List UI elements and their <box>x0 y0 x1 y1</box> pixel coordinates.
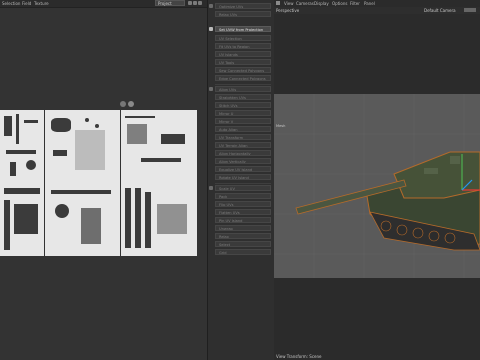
texture-ball-icon <box>128 101 134 107</box>
view-transform: View Transform: Scene <box>276 354 322 359</box>
cmd-mirror-u[interactable]: Mirror U <box>215 110 271 116</box>
uv-mode-select[interactable]: Project <box>155 0 185 6</box>
cmd-relax-uvs[interactable]: Relax UVs <box>215 11 271 17</box>
menu-field[interactable]: Field <box>22 1 31 6</box>
menu-view[interactable]: View <box>284 1 294 6</box>
cmd-align-vertically[interactable]: Align Vertically <box>215 158 271 164</box>
uv-toolbar <box>188 1 203 6</box>
cmd-uv-islands[interactable]: UV Islands <box>215 51 271 57</box>
texture-ball-icon <box>120 101 126 107</box>
scene-svg <box>274 94 480 278</box>
cmd-flip-uvs[interactable]: Flip UVs <box>215 201 271 207</box>
camera-name[interactable]: Default Camera <box>424 8 456 13</box>
cmd-flatten-uvs[interactable]: Flatten UVs <box>215 209 271 215</box>
tool-icon[interactable] <box>209 87 213 91</box>
viewport-panel: View Cameras Display Options Filter Pane… <box>274 0 480 360</box>
cmd-align-horizontally[interactable]: Align Horizontally <box>215 150 271 156</box>
viewport-menu-icon[interactable] <box>276 1 280 5</box>
cmd-grid[interactable]: Grid <box>215 249 271 255</box>
cmd-pack[interactable]: Pack <box>215 193 271 199</box>
viewport-scene[interactable]: Mesh <box>274 94 480 278</box>
uv-tile <box>0 110 44 184</box>
uv-tile <box>121 110 197 184</box>
nav-icons[interactable] <box>464 8 476 12</box>
cmd-sew-connected[interactable]: Sew Connected Polygons <box>215 67 271 73</box>
cmd-select[interactable]: Select <box>215 241 271 247</box>
projection-icon[interactable] <box>209 27 213 31</box>
cmd-uv-terrain-align[interactable]: UV Terrain Align <box>215 142 271 148</box>
menu-texture[interactable]: Texture <box>34 1 49 6</box>
zoom-icon[interactable] <box>198 1 202 5</box>
cmd-fit-uvs[interactable]: Fit UVs to Region <box>215 43 271 49</box>
uv-canvas[interactable] <box>0 101 197 256</box>
mesh-label: Mesh <box>276 124 286 128</box>
menu-options[interactable]: Options <box>332 1 347 6</box>
cmd-set-uvw-from-projection[interactable]: Set UVW from Projection <box>215 26 271 32</box>
menu-cameras[interactable]: Cameras <box>296 1 314 6</box>
menu-filter[interactable]: Filter <box>350 1 360 6</box>
cmd-equalize-island[interactable]: Equalize UV Island <box>215 166 271 172</box>
cmd-rotate-island[interactable]: Rotate UV Island <box>215 174 271 180</box>
uv-tile <box>45 184 120 256</box>
menu-display[interactable]: Display <box>314 1 329 6</box>
viewport-header: Perspective Default Camera <box>274 7 480 14</box>
viewport-menubar: View Cameras Display Options Filter Pane… <box>274 0 480 7</box>
tool-icon[interactable] <box>209 4 213 8</box>
cmd-edge-connected[interactable]: Edge Connected Polygons <box>215 75 271 81</box>
cmd-mirror-v[interactable]: Mirror V <box>215 118 271 124</box>
divider <box>215 183 271 184</box>
layout-icon[interactable] <box>188 1 192 5</box>
cmd-stitch-uvs[interactable]: Stitch UVs <box>215 102 271 108</box>
tool-icon[interactable] <box>209 186 213 190</box>
cmd-unwrap[interactable]: Unwrap <box>215 225 271 231</box>
cmd-uv-transform[interactable]: UV Transform <box>215 134 271 140</box>
cmd-relax[interactable]: Relax <box>215 233 271 239</box>
cmd-optimize-uvs[interactable]: Optimize UVs <box>215 3 271 9</box>
menu-panel[interactable]: Panel <box>364 1 375 6</box>
cmd-uv-tools[interactable]: UV Tools <box>215 59 271 65</box>
cmd-straighten-uvs[interactable]: Straighten UVs <box>215 94 271 100</box>
uv-tile <box>121 184 197 256</box>
cmd-auto-align[interactable]: Auto Align <box>215 126 271 132</box>
menu-selection[interactable]: Selection <box>2 1 20 6</box>
cmd-pin-island[interactable]: Pin UV Island <box>215 217 271 223</box>
tank-model[interactable] <box>295 151 480 251</box>
uv-tile <box>0 184 44 256</box>
viewport-status: View Transform: Scene <box>274 352 480 360</box>
view-name: Perspective <box>276 8 300 13</box>
uv-tile <box>45 110 120 184</box>
uv-editor-panel: Selection Field Texture Project <box>0 0 207 360</box>
divider <box>215 84 271 85</box>
uv-command-panel: Optimize UVs Relax UVs Set UVW from Proj… <box>207 0 275 360</box>
cmd-align-uvs[interactable]: Align UVs <box>215 86 271 92</box>
cmd-uv-selection[interactable]: UV Selection <box>215 35 271 41</box>
cmd-scale-uv[interactable]: Scale UV <box>215 185 271 191</box>
arrows-icon[interactable] <box>193 1 197 5</box>
